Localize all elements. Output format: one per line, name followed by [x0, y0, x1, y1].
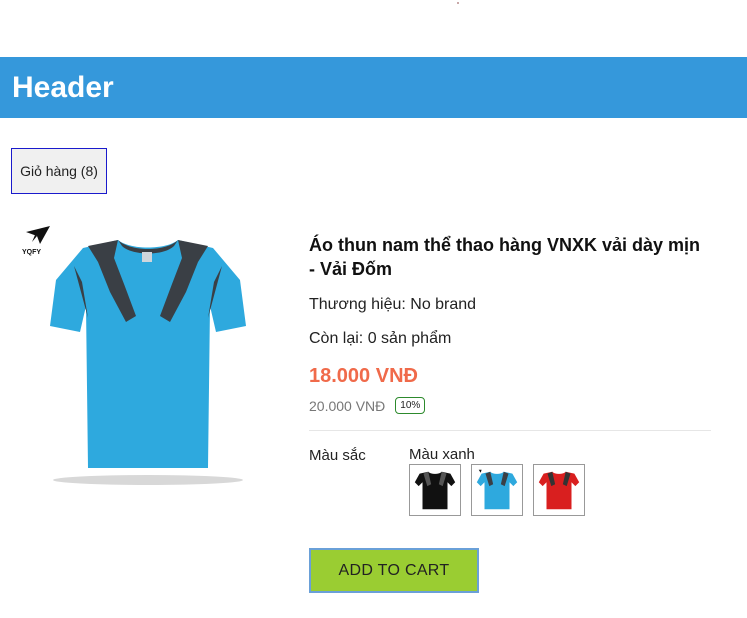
tshirt-icon: [50, 240, 246, 468]
product-title: Áo thun nam thể thao hàng VNXK vải dày m…: [309, 235, 701, 279]
old-price: 20.000 VNĐ: [309, 397, 386, 414]
page-header: Header: [0, 57, 747, 118]
red-tshirt-icon: [538, 471, 580, 510]
blue-tshirt-icon: [476, 469, 518, 510]
divider: [309, 430, 711, 431]
add-to-cart-button[interactable]: ADD TO CART: [309, 548, 479, 593]
header-title: Header: [12, 71, 114, 104]
brand-logo-icon: YQFY: [22, 226, 50, 256]
product-image: YQFY: [18, 222, 278, 492]
cart-button[interactable]: Giỏ hàng (8): [11, 148, 107, 194]
logo-text: YQFY: [22, 249, 41, 256]
swatch-black[interactable]: [409, 464, 461, 516]
selected-color: Màu xanh: [409, 446, 475, 463]
swatch-red[interactable]: [533, 464, 585, 516]
black-tshirt-icon: [414, 471, 456, 510]
product-brand: Thương hiệu: No brand: [309, 296, 477, 313]
product-stock: Còn lại: 0 sản phẩm: [309, 330, 452, 347]
swatch-blue[interactable]: [471, 464, 523, 516]
stray-dot: [457, 2, 459, 4]
discount-badge: 10%: [395, 397, 426, 414]
color-label: Màu sắc: [309, 447, 366, 464]
product-price: 18.000 VNĐ: [309, 365, 418, 387]
old-price-row: 20.000 VNĐ 10%: [309, 397, 426, 414]
